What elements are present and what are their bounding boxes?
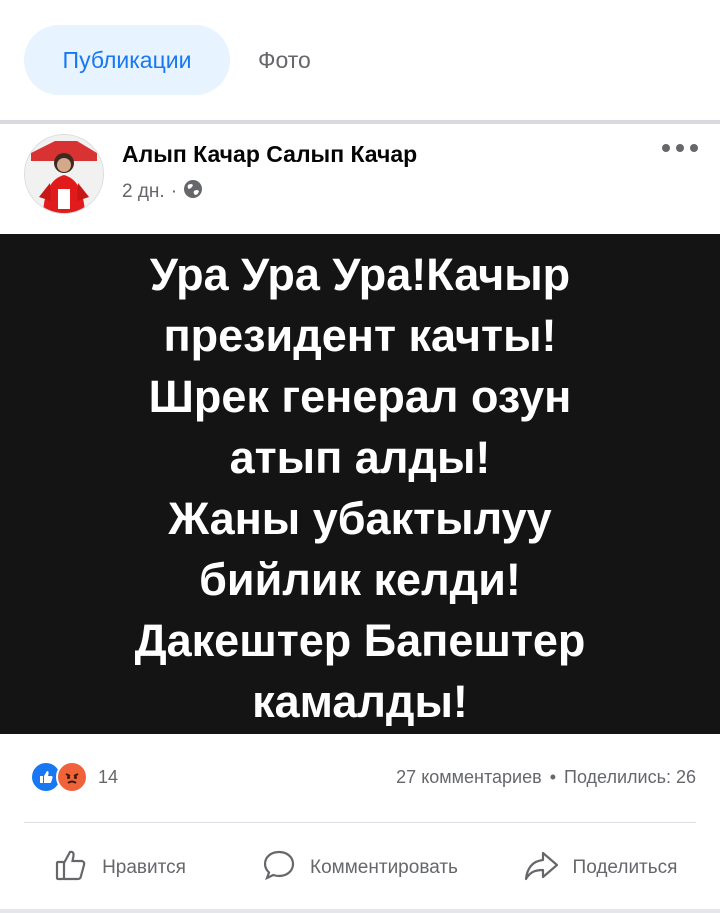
post-time[interactable]: 2 дн. xyxy=(122,181,165,203)
shares-count[interactable]: Поделились: 26 xyxy=(564,767,696,788)
comments-count[interactable]: 27 комментариев xyxy=(396,767,542,788)
comment-button[interactable]: Комментировать xyxy=(240,828,480,908)
comment-label: Комментировать xyxy=(310,857,458,878)
tab-photo[interactable]: Фото xyxy=(258,25,311,95)
reactions-summary[interactable]: 14 xyxy=(30,761,118,793)
post-stats: 14 27 комментариев • Поделились: 26 xyxy=(0,745,720,815)
more-options-icon[interactable] xyxy=(660,138,700,158)
like-button[interactable]: Нравится xyxy=(0,828,240,908)
globe-icon xyxy=(183,179,203,205)
post-actions: Нравится Комментировать Поделиться xyxy=(0,828,720,908)
post-author[interactable]: Алып Качар Салып Качар xyxy=(122,141,417,168)
post-header: Алып Качар Салып Качар 2 дн. · xyxy=(0,124,720,234)
profile-tabs: Публикации Фото xyxy=(0,0,720,121)
post-image-text: Ура Ура Ура!Качыр президент качты! Шрек … xyxy=(134,249,586,727)
tab-publications[interactable]: Публикации xyxy=(24,25,230,95)
reactions-count: 14 xyxy=(98,766,119,787)
like-label: Нравится xyxy=(102,857,186,878)
comment-icon xyxy=(262,848,296,888)
share-icon xyxy=(523,848,559,888)
post-meta: 2 дн. · xyxy=(122,179,203,205)
share-button[interactable]: Поделиться xyxy=(480,828,720,908)
share-label: Поделиться xyxy=(572,857,678,878)
actions-divider xyxy=(24,822,696,823)
counts-separator: • xyxy=(549,767,556,787)
meta-separator: · xyxy=(170,181,178,202)
thumbs-up-icon xyxy=(54,848,88,888)
angry-reaction-icon xyxy=(56,761,88,793)
engagement-counts: 27 комментариев • Поделились: 26 xyxy=(396,767,696,788)
post-image[interactable]: Ура Ура Ура!Качыр президент качты! Шрек … xyxy=(0,234,720,734)
avatar[interactable] xyxy=(24,134,104,214)
bottom-divider xyxy=(0,909,720,913)
